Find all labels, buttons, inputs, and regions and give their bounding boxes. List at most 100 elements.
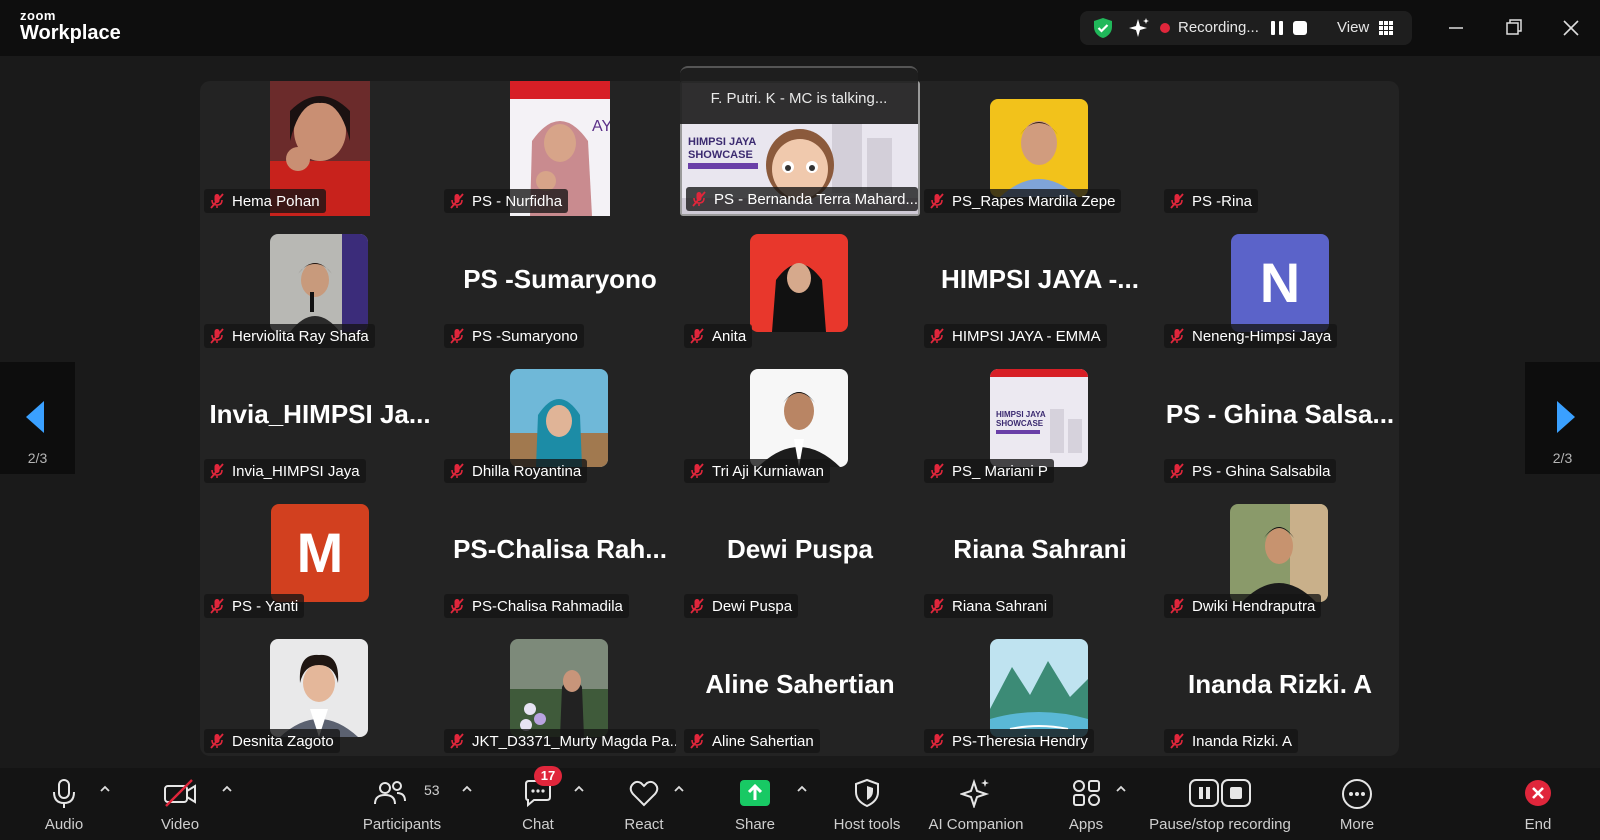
svg-text:AY: AY [592,118,610,135]
participants-count: 53 [424,782,440,798]
participant-name-tag: Invia_HIMPSI Jaya [204,459,366,483]
host-tools-button[interactable]: Host tools [822,768,912,840]
participant-tile[interactable]: Inanda Rizki. A Inanda Rizki. A [1160,621,1399,756]
participant-name-tag: Riana Sahrani [924,594,1054,618]
share-label: Share [734,816,776,833]
participant-tile[interactable]: Hema Pohan [200,81,440,216]
participant-name-tag: Herviolita Ray Shafa [204,324,375,348]
participant-name: PS -Rina [1192,192,1253,210]
pause-stop-recording-label: Pause/stop recording [1149,816,1291,833]
participant-tile[interactable]: N Neneng-Himpsi Jaya [1160,216,1399,351]
participant-name: PS-Chalisa Rahmadila [472,597,623,615]
react-button[interactable]: React [614,768,674,840]
next-page-button[interactable]: 2/3 [1525,362,1600,474]
participant-tile[interactable]: M PS - Yanti [200,486,440,621]
view-grid-icon[interactable] [1377,19,1395,42]
muted-mic-icon [930,463,944,479]
participant-name-tag: PS_Rapes Mardila Zepe [924,189,1122,213]
muted-mic-icon [930,193,944,209]
ai-companion-status-icon[interactable] [1128,17,1150,44]
participant-tile[interactable]: Dhilla Royantina [440,351,680,486]
participant-name-tag: PS - Yanti [204,594,305,618]
recording-label: Recording... [1178,19,1259,36]
ai-companion-button[interactable]: AI Companion [920,768,1032,840]
share-options-chevron-icon[interactable] [795,784,809,794]
muted-mic-icon [690,733,704,749]
participant-display-name: Dewi Puspa [727,534,873,564]
more-label: More [1339,816,1375,833]
participant-name-tag: Desnita Zagoto [204,729,340,753]
participant-name: PS - Bernanda Terra Mahard... [714,190,918,208]
restore-icon[interactable] [1500,14,1528,42]
chat-options-chevron-icon[interactable] [572,784,586,794]
participant-tile[interactable]: Riana Sahrani Riana Sahrani [920,486,1160,621]
pause-stop-recording-button[interactable]: Pause/stop recording [1142,768,1298,840]
chat-button[interactable]: 17 Chat [508,766,568,840]
participant-tile[interactable]: Aline Sahertian Aline Sahertian [680,621,920,756]
audio-button[interactable]: Audio [34,768,94,840]
participants-icon [374,781,406,805]
participant-tile[interactable]: PS -Rina [1160,81,1399,216]
share-button[interactable]: Share [725,768,785,840]
meeting-status-bar: Recording... View [1080,11,1412,45]
muted-mic-icon [210,463,224,479]
participants-button[interactable]: 53 Participants [352,768,452,840]
brand-bottom: Workplace [20,22,121,44]
muted-mic-icon [450,598,464,614]
end-meeting-button[interactable]: End [1508,768,1568,840]
ai-companion-sparkle-icon [960,778,990,808]
participant-tile[interactable]: AY PS - Nurfidha [440,81,680,216]
participant-tile[interactable]: PS-Theresia Hendry [920,621,1160,756]
more-button[interactable]: More [1327,768,1387,840]
participant-tile[interactable]: Herviolita Ray Shafa [200,216,440,351]
participant-tile[interactable]: Dwiki Hendraputra [1160,486,1399,621]
minimize-icon[interactable] [1442,14,1470,42]
close-icon[interactable] [1557,14,1585,42]
participant-photo [750,369,848,467]
encryption-shield-icon[interactable] [1092,17,1114,44]
participant-tile[interactable]: PS-Chalisa Rah... PS-Chalisa Rahmadila [440,486,680,621]
muted-mic-icon [690,328,704,344]
participant-name: Dewi Puspa [712,597,793,615]
participant-name-tag: Dhilla Royantina [444,459,588,483]
audio-options-chevron-icon[interactable] [98,784,112,794]
participant-name: Desnita Zagoto [232,732,334,750]
participant-tile[interactable]: Anita [680,216,920,351]
previous-page-button[interactable]: 2/3 [0,362,75,474]
participant-name: JKT_D3371_Murty Magda Pa... [472,732,676,750]
end-label: End [1524,816,1552,833]
participant-name-tag: PS_ Mariani P [924,459,1054,483]
page-indicator-left: 2/3 [27,450,48,466]
participant-display-name: Aline Sahertian [705,669,895,699]
participant-tile[interactable]: HIMPSI JAYA -... HIMPSI JAYA - EMMA [920,216,1160,351]
participant-tile[interactable]: Dewi Puspa Dewi Puspa [680,486,920,621]
participant-tile[interactable]: JKT_D3371_Murty Magda Pa... [440,621,680,756]
participant-name: PS - Ghina Salsabila [1192,462,1331,480]
view-button[interactable]: View [1337,19,1369,36]
participant-tile[interactable]: HIMPSI JAYA SHOWCASE PS_ Mariani P [920,351,1160,486]
participant-name: PS_ Mariani P [952,462,1048,480]
participant-photo [750,234,848,332]
participant-tile[interactable]: PS -Sumaryono PS -Sumaryono [440,216,680,351]
recording-stop-icon[interactable] [1293,21,1307,35]
react-options-chevron-icon[interactable] [672,784,686,794]
participant-photo [990,639,1088,737]
recording-pause-icon[interactable] [1268,19,1286,42]
apps-options-chevron-icon[interactable] [1114,784,1128,794]
muted-mic-icon [450,733,464,749]
muted-mic-icon [450,328,464,344]
video-off-icon [164,779,196,807]
participant-tile[interactable]: Tri Aji Kurniawan [680,351,920,486]
participant-name: Anita [712,327,747,345]
audio-label: Audio [44,816,84,833]
video-button[interactable]: Video [150,768,210,840]
video-options-chevron-icon[interactable] [220,784,234,794]
participant-name: Dwiki Hendraputra [1192,597,1316,615]
apps-button[interactable]: Apps [1056,768,1116,840]
participant-tile[interactable]: PS_Rapes Mardila Zepe [920,81,1160,216]
participant-tile[interactable]: Desnita Zagoto [200,621,440,756]
participant-tile[interactable]: Invia_HIMPSI Ja... Invia_HIMPSI Jaya [200,351,440,486]
participants-options-chevron-icon[interactable] [460,784,474,794]
participant-tile[interactable]: PS - Ghina Salsa... PS - Ghina Salsabila [1160,351,1399,486]
participant-name-tag: Dewi Puspa [684,594,799,618]
